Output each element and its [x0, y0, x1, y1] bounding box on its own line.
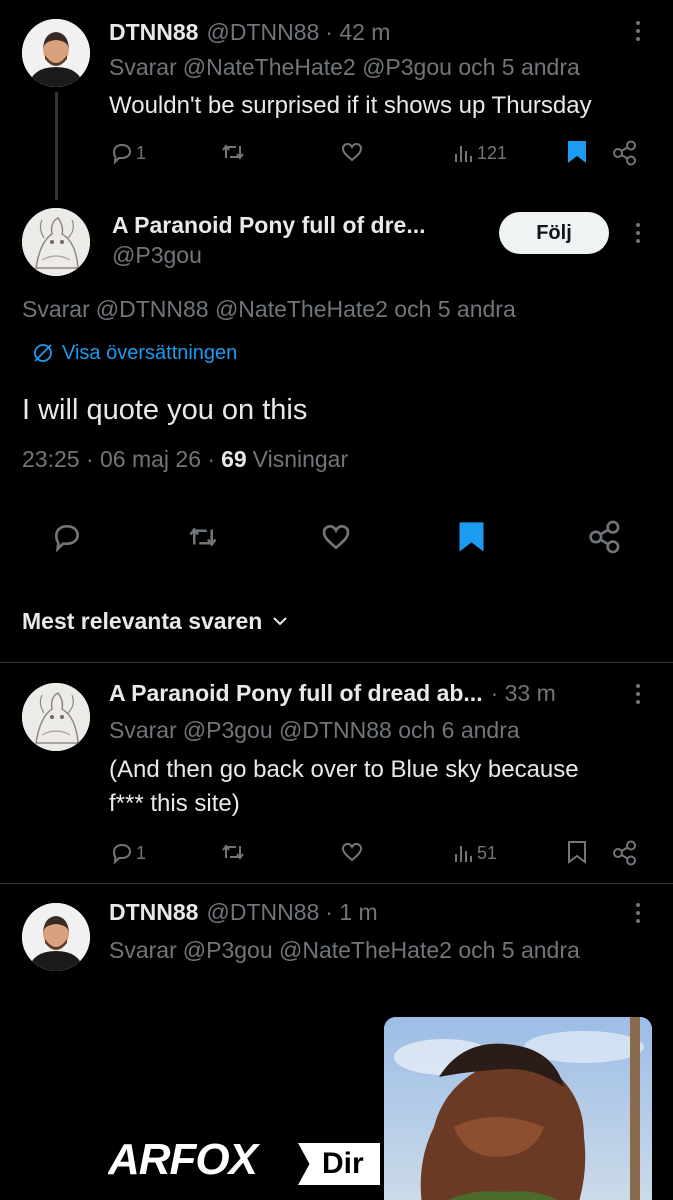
tweet-text-line-2: f*** this site) [109, 790, 240, 817]
reply-icon [110, 841, 134, 865]
author-handle[interactable]: @DTNN88 [206, 19, 319, 46]
like-icon[interactable] [340, 840, 364, 864]
author-name[interactable]: DTNN88 [109, 899, 198, 926]
reply-mentions[interactable]: @P3gou @NateTheHate2 och 5 andra [183, 937, 580, 964]
views-icon [453, 142, 475, 164]
timestamp[interactable]: · 33 m [491, 680, 556, 707]
author-name[interactable]: DTNN88 [109, 19, 198, 46]
views-count: 121 [477, 142, 508, 163]
chevron-down-icon [272, 615, 288, 627]
divider [0, 662, 673, 663]
bookmark-icon[interactable] [567, 840, 587, 864]
tweet-text-line-1: (And then go back over to Blue sky becau… [109, 756, 579, 783]
views-label: Visningar [252, 445, 349, 472]
views-action[interactable]: 51 [453, 840, 497, 866]
more-options-icon[interactable] [635, 223, 641, 247]
tweet-text: I will quote you on this [22, 393, 308, 426]
views-action[interactable]: 121 [453, 140, 507, 166]
reply-prefix: Svarar [109, 936, 177, 963]
timestamp[interactable]: · 42 m [325, 19, 390, 46]
more-options-icon[interactable] [635, 684, 641, 708]
gif-thumbnail[interactable] [384, 1017, 652, 1200]
retweet-icon[interactable] [220, 840, 246, 864]
views-count: 51 [477, 842, 498, 863]
bookmark-filled-icon[interactable] [567, 140, 587, 164]
reply-prefix: Svarar [109, 53, 177, 80]
reply-icon [110, 141, 134, 165]
like-icon[interactable] [340, 140, 364, 164]
logo-badge-text: Dir [322, 1147, 364, 1180]
reply-action[interactable]: 1 [110, 840, 146, 866]
reply-mentions[interactable]: @P3gou @DTNN88 och 6 andra [183, 717, 520, 744]
reply-count: 1 [136, 842, 147, 863]
author-handle[interactable]: @DTNN88 [206, 899, 319, 926]
author-name[interactable]: A Paranoid Pony full of dre... [112, 212, 426, 239]
avatar[interactable] [22, 683, 90, 751]
reply-sort-dropdown[interactable]: Mest relevanta svaren [22, 606, 288, 636]
author-name[interactable]: A Paranoid Pony full of dread ab... [109, 680, 483, 707]
more-options-icon[interactable] [635, 21, 641, 45]
reply-mentions[interactable]: @DTNN88 @NateTheHate2 och 5 andra [96, 296, 516, 323]
more-options-icon[interactable] [635, 903, 641, 927]
timestamp[interactable]: 23:25 · 06 maj 26 · [22, 446, 215, 473]
logo-text: ARFOX [108, 1135, 258, 1184]
like-icon[interactable] [319, 521, 353, 553]
reply-action[interactable]: 1 [110, 140, 146, 166]
translate-link[interactable]: Visa översättningen [32, 340, 237, 366]
bookmark-filled-icon[interactable] [458, 521, 485, 553]
share-icon[interactable] [588, 520, 622, 554]
reply-prefix: Svarar [109, 716, 177, 743]
timestamp[interactable]: · 1 m [325, 899, 377, 926]
reply-mentions[interactable]: @NateTheHate2 @P3gou och 5 andra [183, 54, 580, 81]
author-handle[interactable]: @P3gou [112, 242, 202, 269]
follow-button[interactable]: Följ [499, 212, 609, 254]
media-attachment[interactable]: ARFOX Dir [108, 1015, 653, 1200]
share-icon[interactable] [612, 140, 638, 166]
avatar[interactable] [22, 903, 90, 971]
tweet-text: Wouldn't be surprised if it shows up Thu… [109, 92, 592, 119]
retweet-icon[interactable] [220, 140, 246, 164]
reply-icon[interactable] [51, 521, 83, 553]
thread-line [55, 92, 58, 200]
views-count: 69 [221, 445, 247, 472]
views-icon [453, 842, 475, 864]
retweet-icon[interactable] [186, 522, 220, 552]
divider [0, 883, 673, 884]
avatar[interactable] [22, 19, 90, 87]
globe-slash-icon [32, 342, 54, 364]
avatar[interactable] [22, 208, 90, 276]
translate-label: Visa översättningen [62, 341, 238, 364]
sort-label: Mest relevanta svaren [22, 607, 263, 634]
reply-count: 1 [136, 142, 147, 163]
share-icon[interactable] [612, 840, 638, 866]
reply-prefix: Svarar [22, 295, 90, 322]
